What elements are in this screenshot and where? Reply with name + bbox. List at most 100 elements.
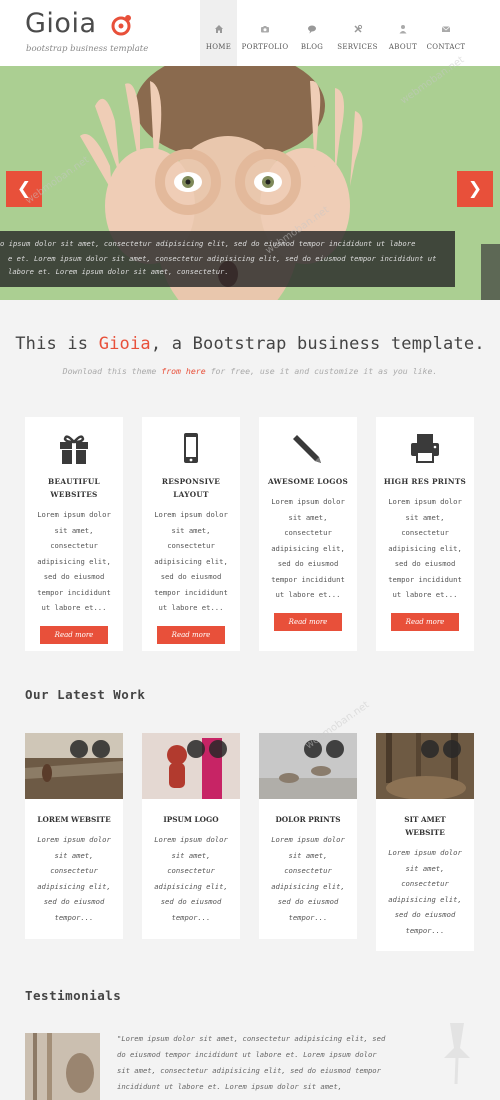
feature-text-line: sit amet, [405, 512, 445, 522]
read-more-button[interactable]: Read more [157, 625, 225, 644]
caption-line: labore et. Lorem ipsum dolor sit amet, c… [8, 267, 229, 276]
download-link[interactable]: from here [161, 366, 205, 376]
feature-text-line: consectetur [284, 528, 332, 537]
testimonials-heading: Testimonials [25, 988, 122, 1003]
intro-sub-text: for free, use it and customize it as you… [205, 366, 438, 376]
site-header: Gioia bootstrap business template HOME P… [0, 0, 500, 66]
work-text-line: sed do eiusmod [277, 897, 339, 906]
work-text-line: Lorem ipsum dolor [37, 835, 111, 844]
zoom-icon[interactable] [187, 740, 205, 758]
read-more-button[interactable]: Read more [40, 625, 108, 644]
feature-text-line: sit amet, [171, 525, 211, 535]
feature-text-line: Lorem ipsum dolor [37, 510, 111, 519]
work-text-line: sit amet, [288, 850, 328, 860]
work-card: DOLOR PRINTS Lorem ipsum dolor sit amet, c… [259, 733, 357, 939]
feature-title-line: LAYOUT [173, 490, 209, 499]
comment-icon [308, 25, 316, 34]
intro-subtitle: Download this theme from here for free, … [0, 366, 500, 376]
work-title-line: WEBSITE [405, 828, 445, 837]
work-text: Lorem ipsum dolor sit amet, consectetur adi… [259, 832, 357, 925]
nav-item-services[interactable]: SERVICES [331, 0, 384, 66]
user-icon [399, 25, 407, 34]
feature-title: AWESOME LOGOS [259, 475, 357, 488]
work-text-line: adipisicing elit, [271, 881, 345, 891]
testimonial-photo [25, 1033, 100, 1100]
caption-line: o ipsum dolor sit amet, consectetur adip… [0, 239, 416, 248]
work-title: LOREM WEBSITE [25, 813, 123, 826]
zoom-icon[interactable] [421, 740, 439, 758]
work-thumbnail[interactable] [25, 733, 123, 799]
work-text-line: tempor... [171, 912, 211, 922]
quote-line: "Lorem ipsum dolor sit amet, consectetur… [117, 1034, 386, 1043]
work-text: Lorem ipsum dolor sit amet, consectetur adi… [25, 832, 123, 925]
read-more-button[interactable]: Read more [391, 612, 459, 631]
feature-text-line: tempor incididunt [271, 574, 345, 584]
work-title-line: IPSUM LOGO [163, 815, 219, 824]
feature-text-line: tempor incididunt [388, 574, 462, 584]
work-text: Lorem ipsum dolor sit amet, consectetur adi… [376, 845, 474, 938]
work-text-line: adipisicing elit, [37, 881, 111, 891]
quote-line: incididunt ut labore et. Lorem ipsum dol… [117, 1082, 343, 1091]
caption-line: e et. Lorem ipsum dolor sit amet, consec… [8, 253, 437, 263]
work-text-line: consectetur [401, 879, 449, 888]
feature-text-line: consectetur [401, 528, 449, 537]
wrench-icon [353, 24, 362, 33]
work-text-line: adipisicing elit, [388, 894, 462, 904]
intro-brand: Gioia [98, 334, 151, 354]
feature-text-line: ut labore et... [275, 590, 341, 599]
feature-card: BEAUTIFUL WEBSITES Lorem ipsum dolor sit a… [25, 417, 123, 651]
intro-sub-text: Download this theme [62, 366, 162, 376]
quote-line: do eiusmod tempor incididunt ut labore e… [117, 1050, 377, 1059]
link-icon[interactable] [326, 740, 344, 758]
work-title-line: LOREM WEBSITE [37, 815, 111, 824]
work-text-line: sit amet, [405, 863, 445, 873]
work-text-line: adipisicing elit, [154, 881, 228, 891]
feature-text-line: adipisicing elit, [388, 543, 462, 553]
work-text-line: Lorem ipsum dolor [271, 835, 345, 844]
zoom-icon[interactable] [304, 740, 322, 758]
feature-text-line: adipisicing elit, [271, 543, 345, 553]
link-icon[interactable] [209, 740, 227, 758]
nav-item-home[interactable]: HOME [200, 0, 237, 66]
nav-item-about[interactable]: ABOUT [384, 0, 422, 66]
work-text-line: sed do eiusmod [43, 897, 105, 906]
feature-text-line: sed do eiusmod [277, 559, 339, 568]
work-thumbnail[interactable] [259, 733, 357, 799]
feature-title: RESPONSIVE LAYOUT [142, 475, 240, 501]
feature-title-line: RESPONSIVE [161, 477, 221, 486]
feature-text: Lorem ipsum dolor sit amet, consectetur adi… [142, 507, 240, 616]
read-more-button[interactable]: Read more [274, 612, 342, 631]
work-title: SIT AMET WEBSITE [376, 813, 474, 839]
slider-prev-button[interactable]: ❮ [6, 171, 42, 207]
link-icon[interactable] [443, 740, 461, 758]
work-text-line: tempor... [54, 912, 94, 922]
work-thumbnail[interactable] [142, 733, 240, 799]
nav-label: PORTFOLIO [241, 43, 289, 51]
pencil-icon [293, 435, 321, 463]
feature-title: HIGH RES PRINTS [376, 475, 474, 488]
feature-text: Lorem ipsum dolor sit amet, consectetur adi… [25, 507, 123, 616]
work-title: DOLOR PRINTS [259, 813, 357, 826]
nav-item-portfolio[interactable]: PORTFOLIO [237, 0, 293, 66]
work-text-line: sit amet, [171, 850, 211, 860]
nav-item-contact[interactable]: CONTACT [422, 0, 470, 66]
feature-text: Lorem ipsum dolor sit amet, consectetur adi… [259, 494, 357, 603]
work-thumbnail[interactable] [376, 733, 474, 799]
work-card: SIT AMET WEBSITE Lorem ipsum dolor sit ame… [376, 733, 474, 951]
nav-item-blog[interactable]: BLOG [293, 0, 331, 66]
feature-title-line: WEBSITES [50, 490, 98, 499]
nav-label: HOME [205, 43, 232, 51]
work-text-line: tempor... [405, 925, 445, 935]
feature-text-line: sed do eiusmod [43, 572, 105, 581]
slider-next-button[interactable]: ❯ [457, 171, 493, 207]
logo-text[interactable]: Gioia [25, 8, 97, 39]
feature-text-line: Lorem ipsum dolor [271, 497, 345, 506]
link-icon[interactable] [92, 740, 110, 758]
chevron-left-icon: ❮ [16, 179, 32, 199]
chevron-right-icon: ❯ [467, 179, 483, 199]
nav-label: SERVICES [337, 43, 378, 51]
feature-text: Lorem ipsum dolor sit amet, consectetur adi… [376, 494, 474, 603]
pushpin-icon [444, 1023, 470, 1085]
feature-text-line: adipisicing elit, [154, 556, 228, 566]
zoom-icon[interactable] [70, 740, 88, 758]
